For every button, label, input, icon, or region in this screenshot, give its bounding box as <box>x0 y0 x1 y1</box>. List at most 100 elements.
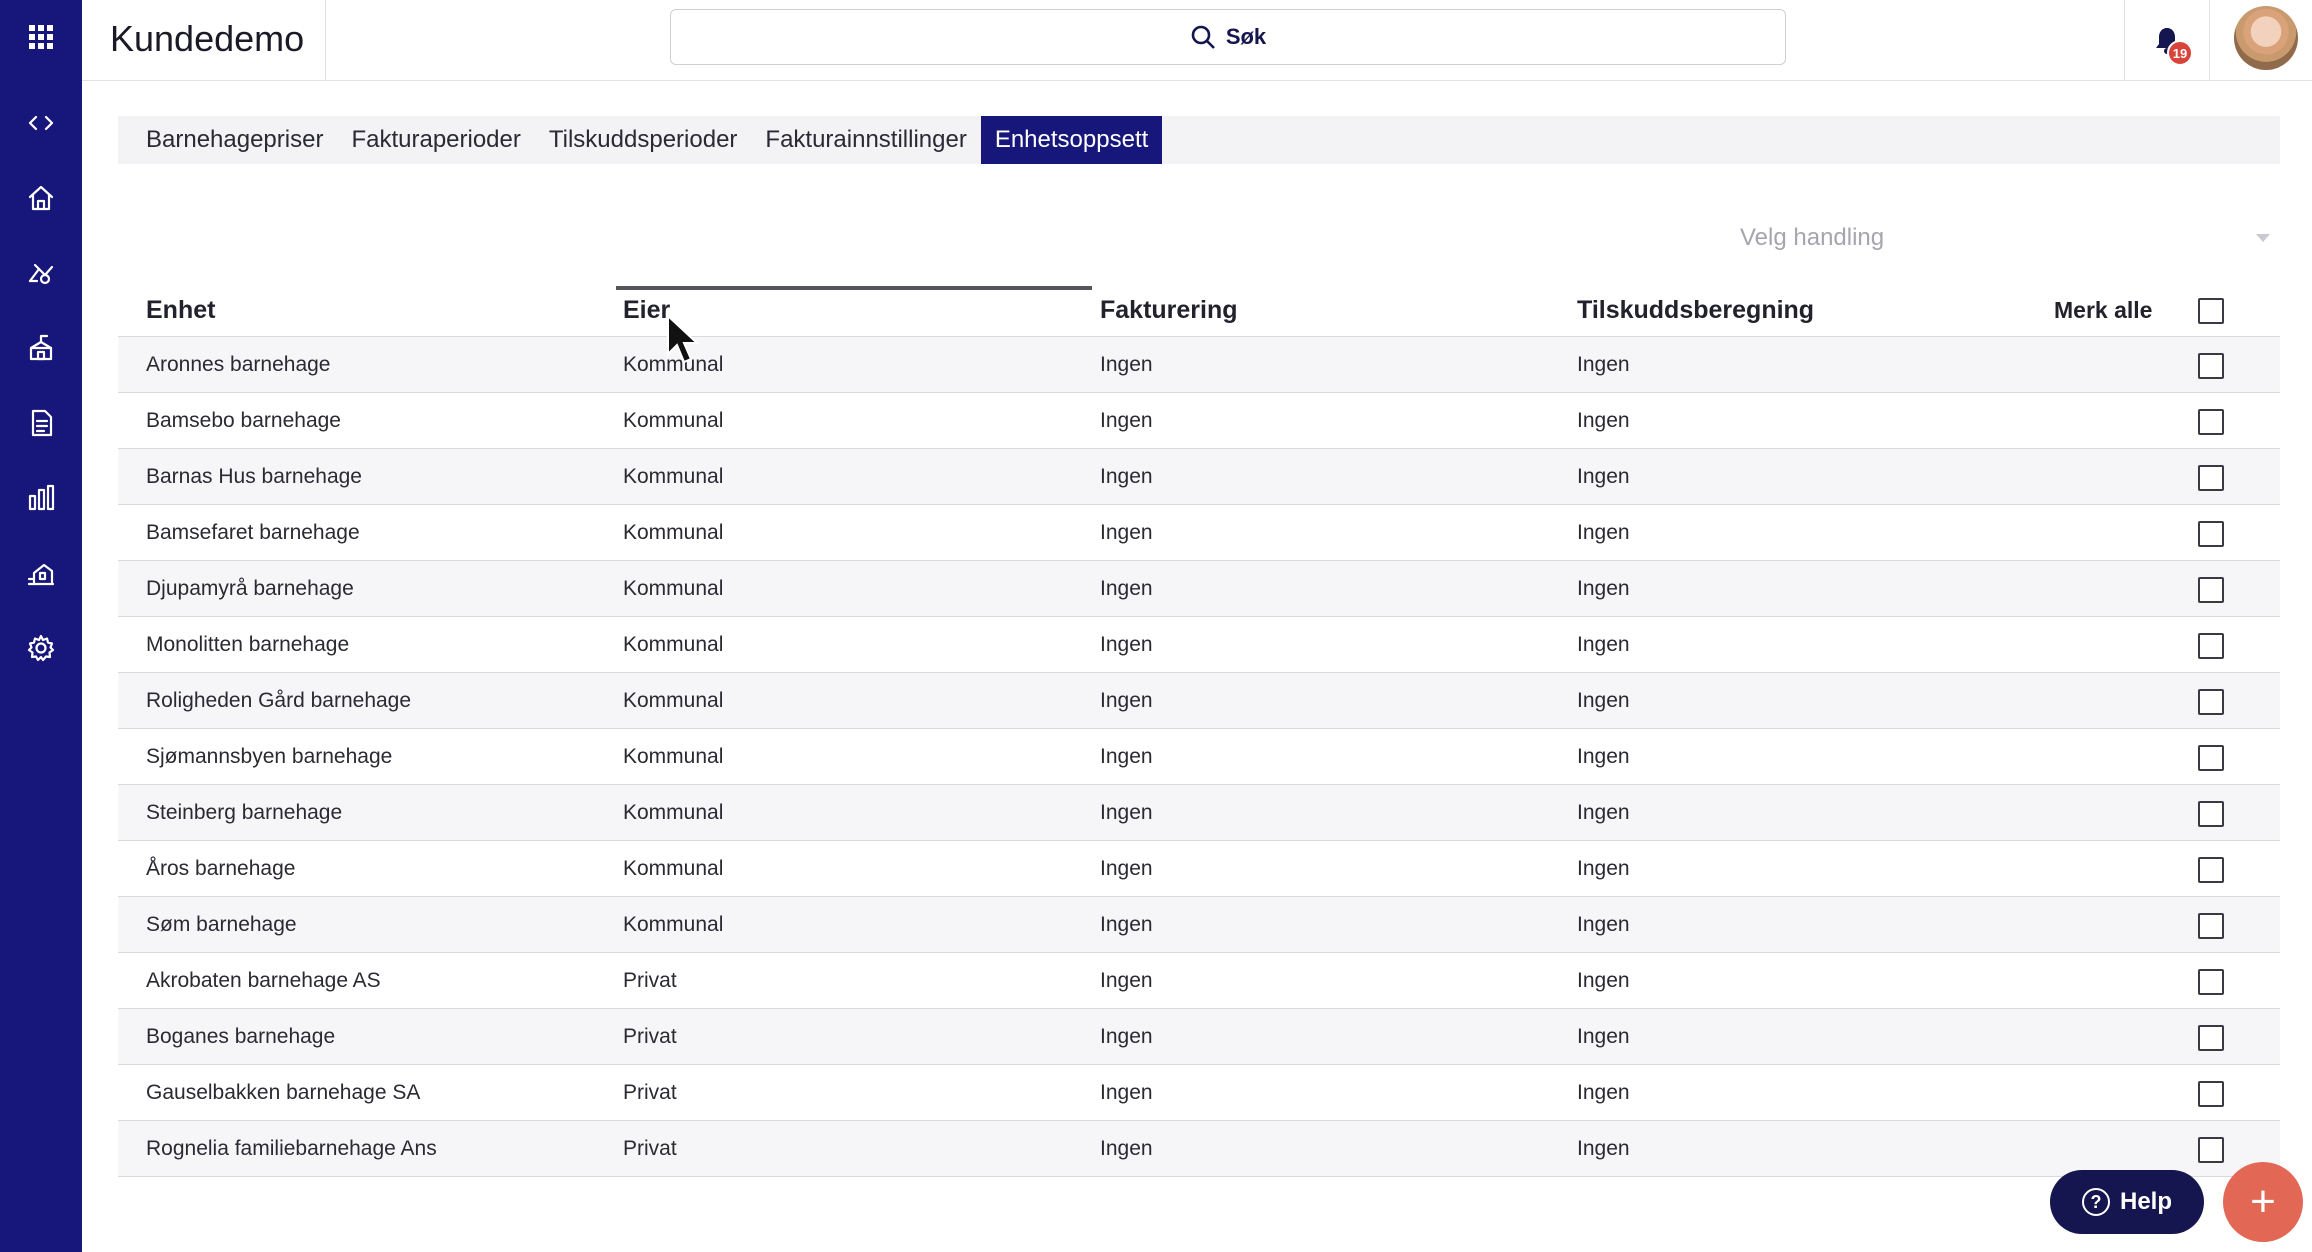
search-icon <box>1191 25 1215 49</box>
header-eier[interactable]: Eier <box>623 284 670 336</box>
table-row[interactable]: Bamsefaret barnehage Kommunal Ingen Ingen <box>118 505 2280 561</box>
row-checkbox[interactable] <box>2198 856 2224 883</box>
sidebar <box>0 0 82 1252</box>
cell-enhet: Barnas Hus barnehage <box>146 464 362 488</box>
header-tilskuddsberegning[interactable]: Tilskuddsberegning <box>1577 284 1814 336</box>
add-button[interactable]: + <box>2223 1162 2303 1242</box>
row-checkbox[interactable] <box>2198 744 2224 771</box>
cell-eier: Privat <box>623 1136 677 1160</box>
cell-eier: Kommunal <box>623 520 724 544</box>
action-select[interactable]: Velg handling <box>1740 216 2280 260</box>
cell-enhet: Åros barnehage <box>146 856 296 880</box>
cell-tilskuddsberegning: Ingen <box>1577 408 1630 432</box>
table-row[interactable]: Rognelia familiebarnehage Ans Privat Ingen… <box>118 1121 2280 1177</box>
units-table: Enhet Eier Fakturering Tilskuddsberegnin… <box>118 284 2280 1177</box>
table-row[interactable]: Boganes barnehage Privat Ingen Ingen <box>118 1009 2280 1065</box>
cell-tilskuddsberegning: Ingen <box>1577 576 1630 600</box>
header-fakturering[interactable]: Fakturering <box>1100 284 1238 336</box>
bar-chart-icon[interactable] <box>0 468 82 528</box>
tab-barnehagepriser[interactable]: Barnehagepriser <box>132 116 337 164</box>
cell-tilskuddsberegning: Ingen <box>1577 912 1630 936</box>
row-checkbox[interactable] <box>2198 912 2224 939</box>
notification-count-badge: 19 <box>2167 40 2193 66</box>
table-row[interactable]: Barnas Hus barnehage Kommunal Ingen Ingen <box>118 449 2280 505</box>
table-row[interactable]: Roligheden Gård barnehage Kommunal Ingen In… <box>118 673 2280 729</box>
table-row[interactable]: Monolitten barnehage Kommunal Ingen Ingen <box>118 617 2280 673</box>
table-row[interactable]: Sjømannsbyen barnehage Kommunal Ingen Ingen <box>118 729 2280 785</box>
row-checkbox[interactable] <box>2198 1024 2224 1051</box>
cell-enhet: Bamsebo barnehage <box>146 408 341 432</box>
row-checkbox[interactable] <box>2198 968 2224 995</box>
row-checkbox[interactable] <box>2198 464 2224 491</box>
cell-fakturering: Ingen <box>1100 576 1153 600</box>
cell-fakturering: Ingen <box>1100 912 1153 936</box>
table-row[interactable]: Åros barnehage Kommunal Ingen Ingen <box>118 841 2280 897</box>
table-body: Aronnes barnehage Kommunal Ingen Ingen Bamse… <box>118 337 2280 1177</box>
table-row[interactable]: Steinberg barnehage Kommunal Ingen Ingen <box>118 785 2280 841</box>
cell-tilskuddsberegning: Ingen <box>1577 856 1630 880</box>
header-enhet[interactable]: Enhet <box>146 284 215 336</box>
cell-eier: Kommunal <box>623 856 724 880</box>
home-icon[interactable] <box>0 168 82 228</box>
building-icon[interactable] <box>0 543 82 603</box>
tab-fakturainnstillinger[interactable]: Fakturainnstillinger <box>751 116 980 164</box>
row-checkbox[interactable] <box>2198 408 2224 435</box>
cell-eier: Kommunal <box>623 800 724 824</box>
notifications-button[interactable]: 19 <box>2124 0 2210 80</box>
top-header: Kundedemo Søk 19 <box>82 0 2312 81</box>
cell-eier: Kommunal <box>623 464 724 488</box>
table-row[interactable]: Aronnes barnehage Kommunal Ingen Ingen <box>118 337 2280 393</box>
apps-grid-icon[interactable] <box>0 7 82 67</box>
row-checkbox[interactable] <box>2198 576 2224 603</box>
cell-fakturering: Ingen <box>1100 856 1153 880</box>
cell-fakturering: Ingen <box>1100 352 1153 376</box>
chevron-down-icon <box>2256 234 2270 242</box>
table-row[interactable]: Gauselbakken barnehage SA Privat Ingen Inge… <box>118 1065 2280 1121</box>
cell-enhet: Djupamyrå barnehage <box>146 576 354 600</box>
select-all-checkbox[interactable] <box>2198 298 2224 324</box>
plus-icon: + <box>2250 1177 2276 1226</box>
cell-fakturering: Ingen <box>1100 1080 1153 1104</box>
question-icon: ? <box>2081 1188 2110 1216</box>
row-checkbox[interactable] <box>2198 632 2224 659</box>
row-checkbox[interactable] <box>2198 1136 2224 1163</box>
row-checkbox[interactable] <box>2198 520 2224 547</box>
children-icon[interactable] <box>0 243 82 303</box>
tab-tilskuddsperioder[interactable]: Tilskuddsperioder <box>535 116 752 164</box>
search-bar[interactable]: Søk <box>670 9 1786 65</box>
cell-tilskuddsberegning: Ingen <box>1577 800 1630 824</box>
cell-eier: Kommunal <box>623 688 724 712</box>
document-icon[interactable] <box>0 393 82 453</box>
help-button-label: Help <box>2119 1188 2172 1215</box>
school-icon[interactable] <box>0 318 82 378</box>
cell-enhet: Rognelia familiebarnehage Ans <box>146 1136 437 1160</box>
cell-tilskuddsberegning: Ingen <box>1577 1080 1630 1104</box>
table-row[interactable]: Søm barnehage Kommunal Ingen Ingen <box>118 897 2280 953</box>
cell-enhet: Gauselbakken barnehage SA <box>146 1080 421 1104</box>
table-row[interactable]: Djupamyrå barnehage Kommunal Ingen Ingen <box>118 561 2280 617</box>
cell-eier: Privat <box>623 1024 677 1048</box>
cell-fakturering: Ingen <box>1100 520 1153 544</box>
table-row[interactable]: Akrobaten barnehage AS Privat Ingen Ingen <box>118 953 2280 1009</box>
user-avatar[interactable] <box>2234 6 2298 70</box>
table-row[interactable]: Bamsebo barnehage Kommunal Ingen Ingen <box>118 393 2280 449</box>
mouse-cursor-icon <box>667 314 700 364</box>
row-checkbox[interactable] <box>2198 800 2224 827</box>
cell-eier: Privat <box>623 1080 677 1104</box>
cell-eier: Kommunal <box>623 632 724 656</box>
cell-enhet: Akrobaten barnehage AS <box>146 968 381 992</box>
cell-enhet: Steinberg barnehage <box>146 800 343 824</box>
tab-enhetsoppsett[interactable]: Enhetsoppsett <box>980 116 1163 164</box>
help-button[interactable]: ? Help <box>2050 1170 2204 1234</box>
row-checkbox[interactable] <box>2198 352 2224 379</box>
cell-tilskuddsberegning: Ingen <box>1577 968 1630 992</box>
code-icon[interactable] <box>0 93 82 153</box>
cell-enhet: Monolitten barnehage <box>146 632 350 656</box>
cell-fakturering: Ingen <box>1100 408 1153 432</box>
tab-fakturaperioder[interactable]: Fakturaperioder <box>337 116 534 164</box>
cell-tilskuddsberegning: Ingen <box>1577 520 1630 544</box>
row-checkbox[interactable] <box>2198 1080 2224 1107</box>
row-checkbox[interactable] <box>2198 688 2224 715</box>
cell-tilskuddsberegning: Ingen <box>1577 464 1630 488</box>
settings-icon[interactable] <box>0 618 82 678</box>
